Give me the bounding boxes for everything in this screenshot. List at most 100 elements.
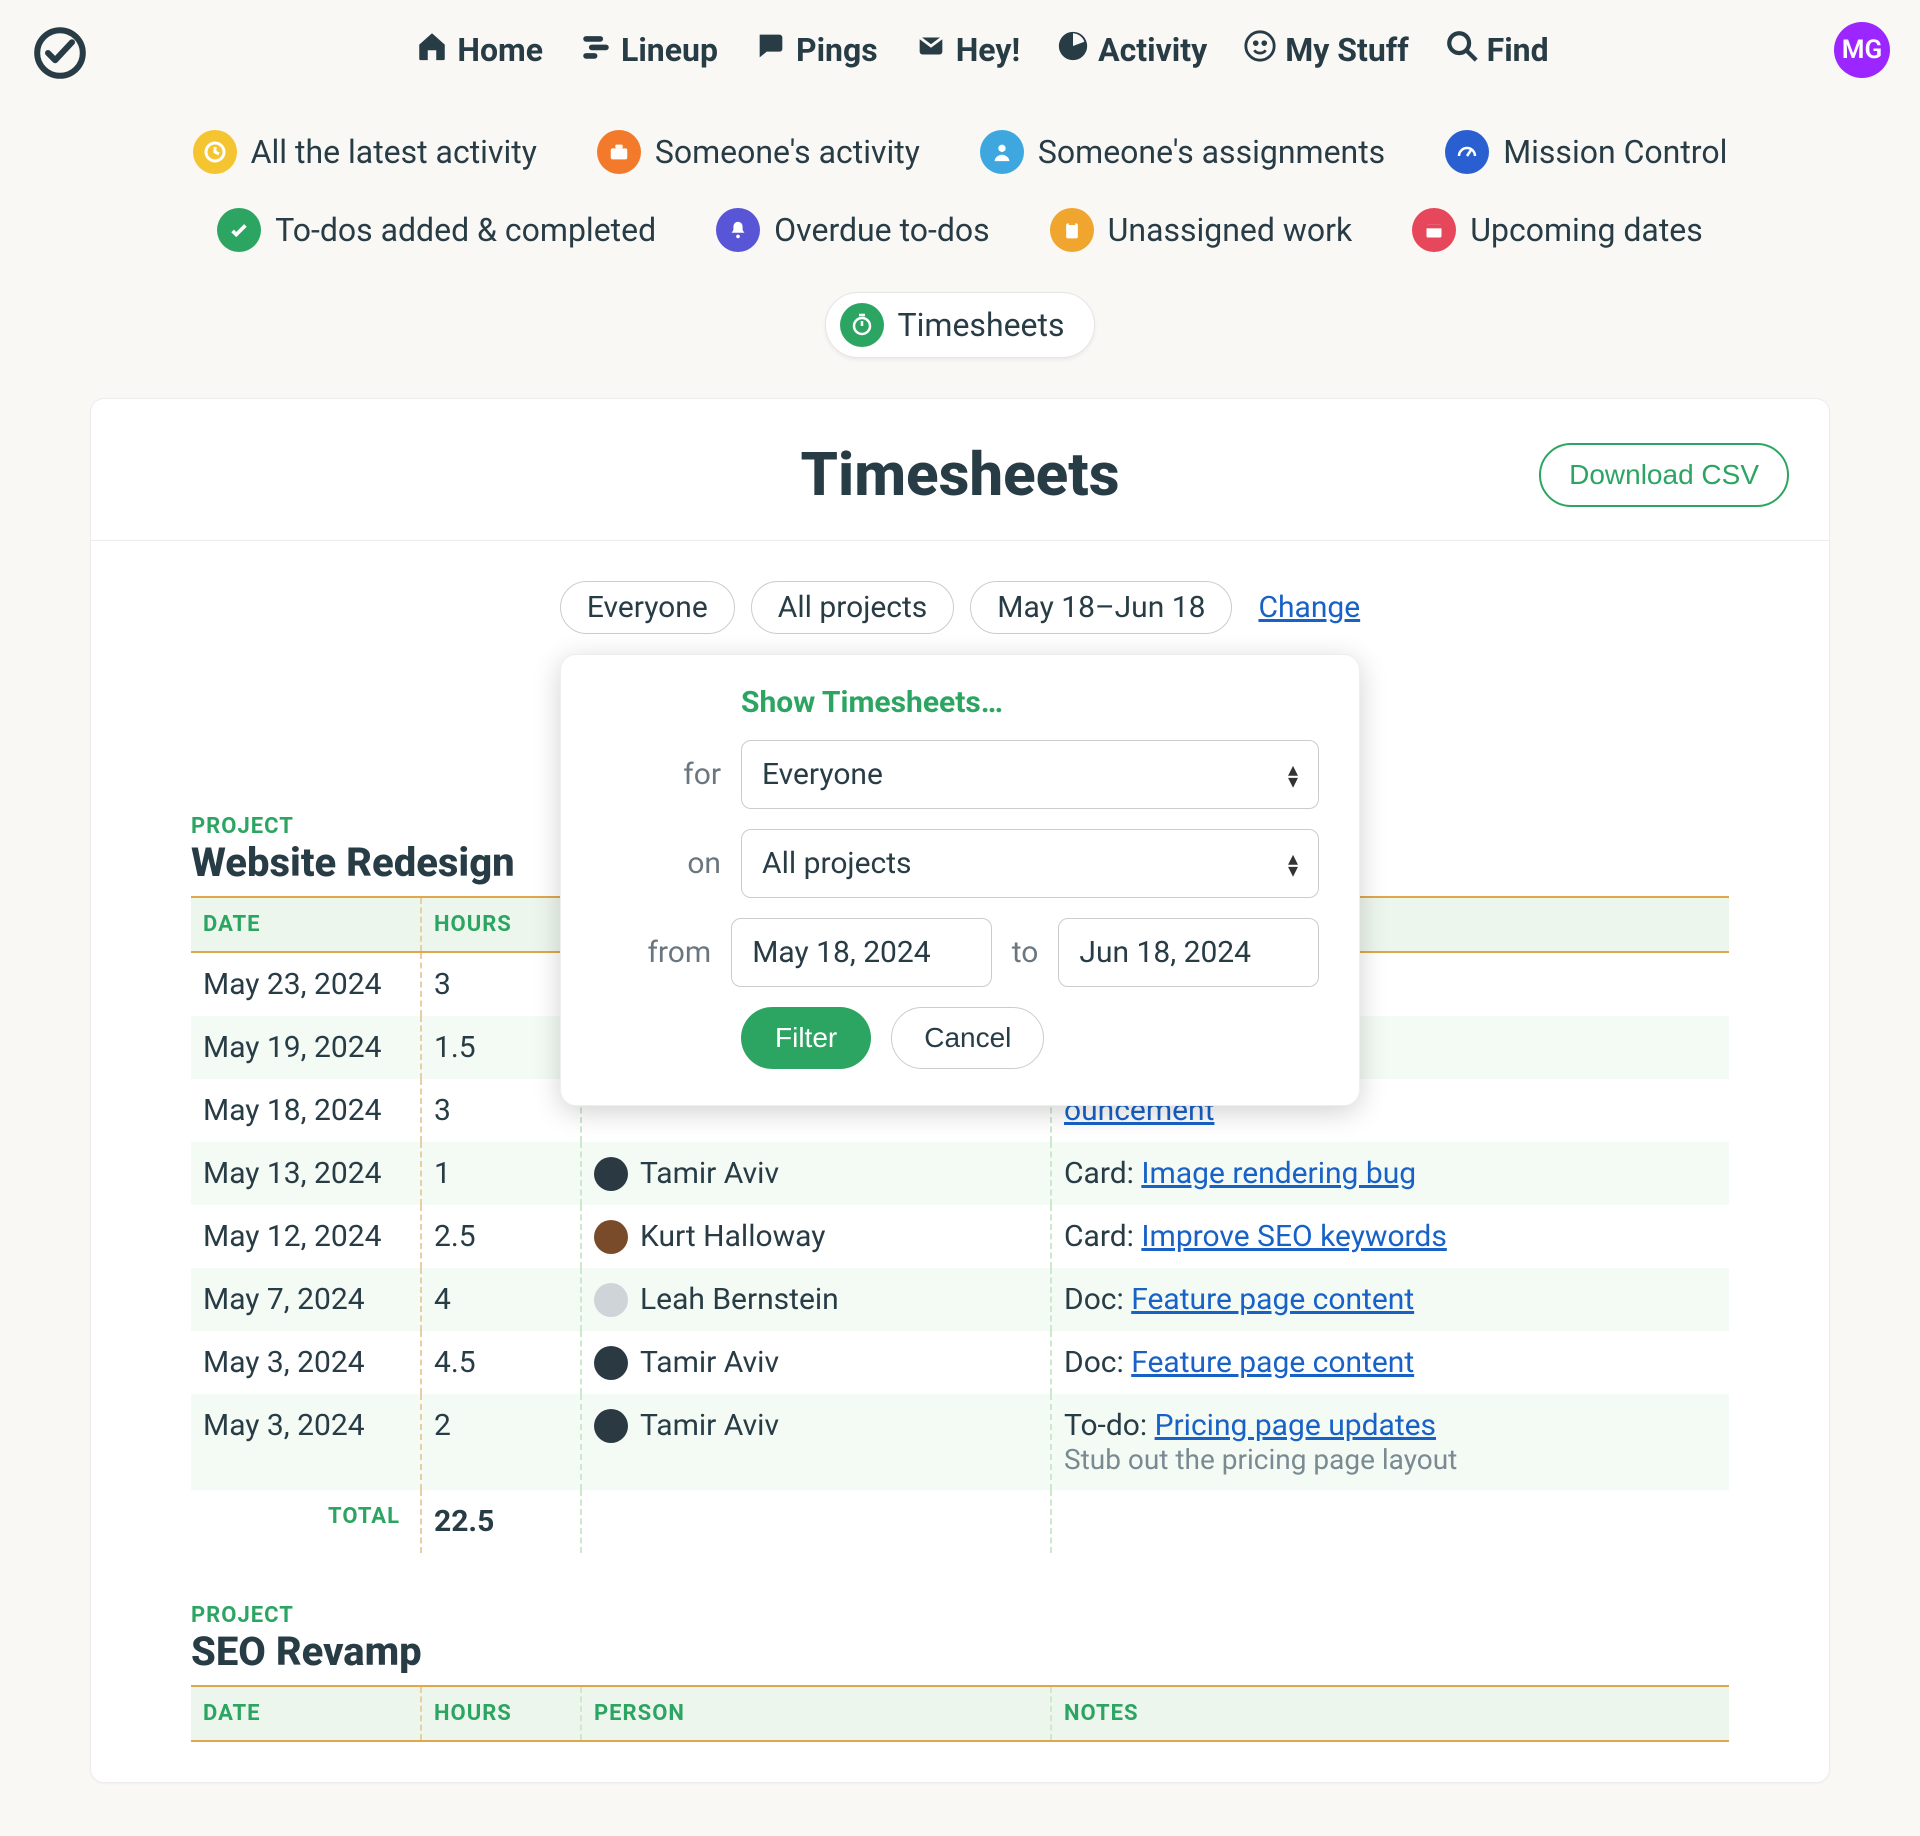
filter-daterange-pill[interactable]: May 18–Jun 18 <box>970 581 1232 634</box>
clipboard-icon <box>1050 208 1094 252</box>
person-name: Tamir Aviv <box>640 1156 779 1191</box>
to-date-input[interactable]: Jun 18, 2024 <box>1058 918 1319 987</box>
clock-icon <box>193 130 237 174</box>
person-avatar-icon <box>594 1220 628 1254</box>
from-date-input[interactable]: May 18, 2024 <box>731 918 992 987</box>
nav-mystuff-label: My Stuff <box>1285 31 1408 69</box>
for-select[interactable]: Everyone ▴▾ <box>741 740 1319 809</box>
card-header: Timesheets Download CSV <box>91 399 1829 541</box>
cell-hours: 1.5 <box>421 1016 581 1079</box>
total-row: TOTAL22.5 <box>191 1490 1729 1553</box>
chip-latest-activity[interactable]: All the latest activity <box>193 130 537 174</box>
project-name-1: SEO Revamp <box>191 1628 1729 1675</box>
nav-pings[interactable]: Pings <box>754 29 878 71</box>
cell-hours: 3 <box>421 952 581 1016</box>
total-value: 22.5 <box>421 1490 581 1553</box>
nav-find[interactable]: Find <box>1445 29 1549 71</box>
nav-hey-label: Hey! <box>956 31 1020 69</box>
cell-person: Tamir Aviv <box>581 1142 1051 1205</box>
cell-notes: Card: Improve SEO keywords <box>1051 1205 1729 1268</box>
for-label: for <box>601 757 721 792</box>
th-date: DATE <box>191 1686 421 1741</box>
chip-unassigned[interactable]: Unassigned work <box>1050 208 1353 252</box>
avatar-initials: MG <box>1842 35 1882 65</box>
filter-projects-pill[interactable]: All projects <box>751 581 955 634</box>
note-link[interactable]: Improve SEO keywords <box>1141 1219 1446 1254</box>
chip-timesheets-active[interactable]: Timesheets <box>825 292 1096 358</box>
pings-icon <box>754 29 788 71</box>
cell-date: May 12, 2024 <box>191 1205 421 1268</box>
note-link[interactable]: Feature page content <box>1131 1345 1414 1380</box>
note-sub: Stub out the pricing page layout <box>1064 1443 1717 1476</box>
nav-lineup[interactable]: Lineup <box>579 29 718 71</box>
cell-hours: 4 <box>421 1268 581 1331</box>
cell-hours: 4.5 <box>421 1331 581 1394</box>
nav-mystuff[interactable]: My Stuff <box>1243 29 1408 71</box>
person-icon <box>980 130 1024 174</box>
person-name: Tamir Aviv <box>640 1408 779 1443</box>
chip-upcoming[interactable]: Upcoming dates <box>1412 208 1703 252</box>
to-label: to <box>1012 935 1039 970</box>
on-select-value: All projects <box>762 846 912 881</box>
app-logo[interactable] <box>30 20 90 80</box>
person-avatar-icon <box>594 1283 628 1317</box>
chip-someone-activity[interactable]: Someone's activity <box>597 130 920 174</box>
cell-date: May 23, 2024 <box>191 952 421 1016</box>
note-link[interactable]: Feature page content <box>1131 1282 1414 1317</box>
cancel-button[interactable]: Cancel <box>891 1007 1044 1069</box>
filter-bar: Everyone All projects May 18–Jun 18 Chan… <box>91 541 1829 634</box>
nav-home[interactable]: Home <box>415 29 543 71</box>
cell-hours: 1 <box>421 1142 581 1205</box>
person-name: Tamir Aviv <box>640 1345 779 1380</box>
th-notes: NOTES <box>1051 1686 1729 1741</box>
cell-person: Leah Bernstein <box>581 1268 1051 1331</box>
cell-date: May 13, 2024 <box>191 1142 421 1205</box>
main-nav: Home Lineup Pings Hey! Activity My Stuff… <box>130 29 1834 71</box>
mystuff-icon <box>1243 29 1277 71</box>
nav-lineup-label: Lineup <box>621 31 718 69</box>
person-avatar-icon <box>594 1346 628 1380</box>
select-caret-icon: ▴▾ <box>1288 852 1298 876</box>
check-icon <box>217 208 261 252</box>
active-chip-row: Timesheets <box>0 262 1920 398</box>
on-select[interactable]: All projects ▴▾ <box>741 829 1319 898</box>
nav-hey[interactable]: Hey! <box>914 29 1020 71</box>
filter-button[interactable]: Filter <box>741 1007 871 1069</box>
th-date: DATE <box>191 897 421 952</box>
cell-notes: Doc: Feature page content <box>1051 1331 1729 1394</box>
cell-date: May 3, 2024 <box>191 1394 421 1490</box>
cell-hours: 2 <box>421 1394 581 1490</box>
nav-activity[interactable]: Activity <box>1056 29 1207 71</box>
person-avatar-icon <box>594 1157 628 1191</box>
cell-notes: Card: Image rendering bug <box>1051 1142 1729 1205</box>
note-prefix: Card: <box>1064 1156 1141 1191</box>
chip-mission-label: Mission Control <box>1503 133 1727 171</box>
note-prefix: To-do: <box>1064 1408 1155 1443</box>
download-csv-button[interactable]: Download CSV <box>1539 443 1789 507</box>
note-link[interactable]: Pricing page updates <box>1155 1408 1436 1443</box>
user-avatar[interactable]: MG <box>1834 22 1890 78</box>
cell-person: Tamir Aviv <box>581 1331 1051 1394</box>
chip-mission-control[interactable]: Mission Control <box>1445 130 1727 174</box>
cell-notes: To-do: Pricing page updatesStub out the … <box>1051 1394 1729 1490</box>
chip-someone-assignments-label: Someone's assignments <box>1038 133 1385 171</box>
topbar: Home Lineup Pings Hey! Activity My Stuff… <box>0 0 1920 100</box>
chip-todos-label: To-dos added & completed <box>275 211 656 249</box>
project-label: PROJECT <box>191 1603 1729 1628</box>
cell-person: Kurt Halloway <box>581 1205 1051 1268</box>
table-row: May 7, 20244Leah BernsteinDoc: Feature p… <box>191 1268 1729 1331</box>
table-row: May 12, 20242.5Kurt HallowayCard: Improv… <box>191 1205 1729 1268</box>
activity-icon <box>1056 29 1090 71</box>
change-link[interactable]: Change <box>1258 590 1360 625</box>
note-prefix: Doc: <box>1064 1345 1131 1380</box>
nav-pings-label: Pings <box>796 31 878 69</box>
on-label: on <box>601 846 721 881</box>
nav-find-label: Find <box>1487 31 1549 69</box>
th-hours: HOURS <box>421 1686 581 1741</box>
chip-overdue[interactable]: Overdue to-dos <box>716 208 989 252</box>
chip-todos[interactable]: To-dos added & completed <box>217 208 656 252</box>
chip-someone-assignments[interactable]: Someone's assignments <box>980 130 1385 174</box>
filter-everyone-pill[interactable]: Everyone <box>560 581 735 634</box>
note-link[interactable]: Image rendering bug <box>1141 1156 1416 1191</box>
person-name: Kurt Halloway <box>640 1219 825 1254</box>
